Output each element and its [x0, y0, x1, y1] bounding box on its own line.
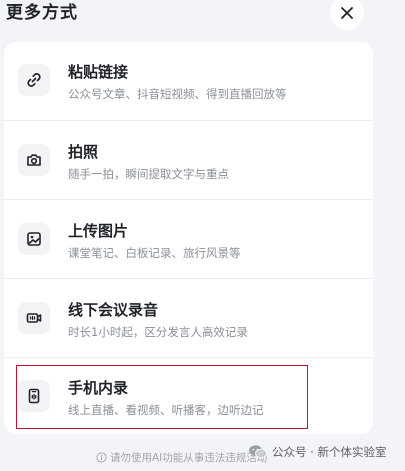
wechat-icon	[249, 445, 267, 459]
close-icon	[341, 7, 353, 19]
option-title: 线下会议录音	[68, 301, 159, 319]
camera-icon	[18, 144, 50, 176]
option-title: 上传图片	[68, 222, 129, 240]
sheet-title: 更多方式	[6, 3, 78, 23]
option-title: 手机内录	[68, 379, 129, 397]
option-upload-image[interactable]: 上传图片 课堂笔记、白板记录、旅行风景等	[4, 200, 373, 278]
phone-recording-icon	[18, 380, 50, 412]
option-paste-link[interactable]: 粘贴链接 公众号文章、抖音短视频、得到直播回放等	[4, 42, 373, 120]
option-subtitle: 线上直播、看视频、听播客，边听边记	[68, 403, 264, 417]
option-subtitle: 课堂笔记、白板记录、旅行风景等	[68, 246, 241, 260]
option-offline-meeting-recording[interactable]: 线下会议录音 时长1小时起，区分发言人高效记录	[4, 279, 373, 357]
disclaimer-footer: 请勿使用AI功能从事违法违规活动	[96, 450, 267, 465]
link-icon	[18, 64, 50, 96]
watermark: 公众号 · 新个体实验室	[248, 444, 386, 460]
options-card: 粘贴链接 公众号文章、抖音短视频、得到直播回放等 拍照 随手一拍，瞬间提取文字与…	[4, 42, 373, 434]
close-button[interactable]	[330, 0, 364, 30]
option-title: 拍照	[68, 143, 99, 161]
disclaimer-text: 请勿使用AI功能从事违法违规活动	[110, 452, 268, 464]
option-title: 粘贴链接	[68, 63, 129, 81]
watermark-text: 公众号 · 新个体实验室	[272, 445, 387, 459]
sheet-header: 更多方式	[0, 0, 405, 40]
option-take-photo[interactable]: 拍照 随手一拍，瞬间提取文字与重点	[4, 121, 373, 199]
option-phone-internal-recording[interactable]: 手机内录 线上直播、看视频、听播客，边听边记	[4, 358, 373, 434]
info-icon	[96, 452, 107, 463]
option-subtitle: 时长1小时起，区分发言人高效记录	[68, 325, 248, 339]
option-subtitle: 随手一拍，瞬间提取文字与重点	[68, 167, 229, 181]
option-subtitle: 公众号文章、抖音短视频、得到直播回放等	[68, 87, 287, 101]
image-icon	[18, 223, 50, 255]
more-options-sheet: 更多方式 粘贴链接 公众号文章、抖音短视频、得到直播回放等 拍照 随手一拍，瞬间…	[0, 0, 405, 471]
meeting-recorder-icon	[18, 302, 50, 334]
